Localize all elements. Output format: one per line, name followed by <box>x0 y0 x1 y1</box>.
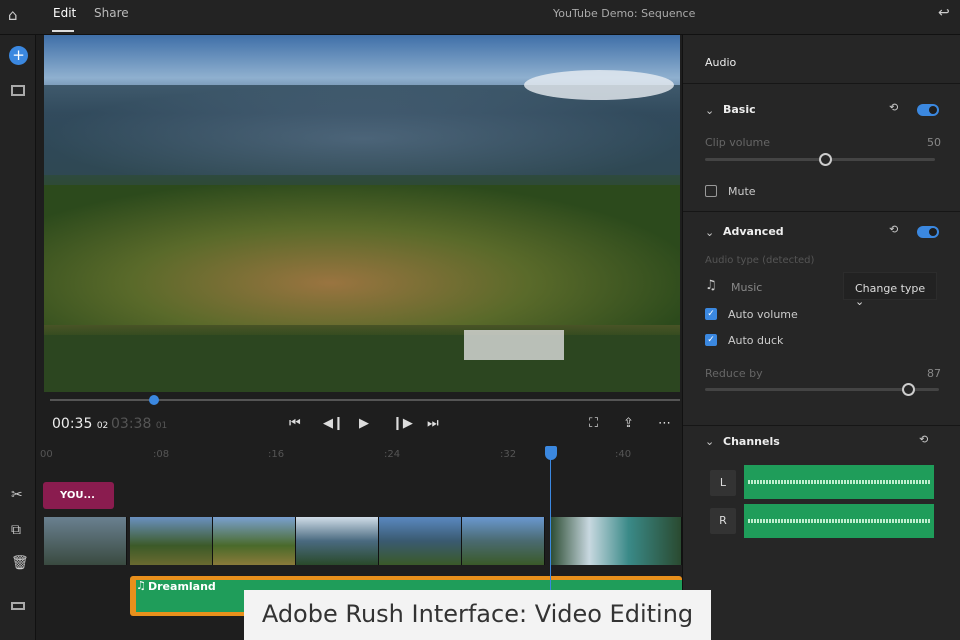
tick-label: :16 <box>268 449 285 460</box>
duplicate-icon[interactable]: ⧉ <box>11 522 21 538</box>
tab-share[interactable]: Share <box>94 6 129 20</box>
video-clip-thumbnail[interactable] <box>550 517 682 565</box>
tick-label: :24 <box>384 449 401 460</box>
current-time: 00:35 02 <box>52 416 109 432</box>
clip-volume-knob[interactable] <box>819 153 832 166</box>
reduce-by-knob[interactable] <box>902 383 915 396</box>
change-type-dropdown[interactable]: Change type ⌄ <box>843 272 937 308</box>
advanced-section: ⌄ Advanced ⟲ Audio type (detected) ♫ Mus… <box>683 211 960 425</box>
left-rail: + ✂ ⧉ 🗑 <box>0 35 36 640</box>
reset-icon[interactable]: ⟲ <box>889 223 898 236</box>
caption: Adobe Rush Interface: Video Editing <box>244 590 711 640</box>
audio-clip-name: Dreamland <box>148 580 216 593</box>
video-clip-thumbnail[interactable] <box>213 517 296 565</box>
add-media-button[interactable]: + <box>9 46 28 65</box>
video-preview[interactable] <box>44 35 680 392</box>
title-clip[interactable]: YOU... <box>43 482 114 509</box>
chevron-down-icon[interactable]: ⌄ <box>705 435 714 448</box>
video-clip-thumbnail[interactable] <box>130 517 213 565</box>
audio-panel: Audio ⌄ Basic ⟲ Clip volume 50 Mute ⌄ Ad… <box>682 35 960 640</box>
playhead-handle[interactable] <box>545 446 557 460</box>
trash-icon[interactable]: 🗑 <box>11 555 29 571</box>
channels-label: Channels <box>723 435 780 448</box>
go-to-end-icon[interactable]: ⏭ <box>427 416 439 431</box>
basic-section: ⌄ Basic ⟲ Clip volume 50 Mute <box>683 83 960 211</box>
mute-label: Mute <box>728 185 756 198</box>
reset-icon[interactable]: ⟲ <box>889 101 898 114</box>
clip-volume-value: 50 <box>927 136 941 149</box>
fit-frame-icon[interactable]: ⛶ <box>589 416 598 431</box>
video-clip-thumbnail[interactable] <box>379 517 462 565</box>
tab-edit[interactable]: Edit <box>53 6 76 20</box>
project-title: YouTube Demo: Sequence <box>553 7 696 20</box>
auto-duck-checkbox[interactable]: ✓ <box>705 334 717 346</box>
video-clip-thumbnail[interactable] <box>296 517 379 565</box>
scrubber-handle[interactable] <box>149 395 159 405</box>
scrubber-track[interactable] <box>50 399 680 401</box>
advanced-toggle[interactable] <box>917 226 939 238</box>
active-tab-indicator <box>52 30 74 32</box>
reset-icon[interactable]: ⟲ <box>919 433 928 446</box>
total-time: 03:38 01 <box>111 416 168 432</box>
go-to-start-icon[interactable]: ⏮ <box>289 416 301 431</box>
top-bar: ⌂ Edit Share YouTube Demo: Sequence ↩ <box>0 0 960 35</box>
basic-toggle[interactable] <box>917 104 939 116</box>
channel-left-label: L <box>710 470 736 496</box>
channel-left-waveform <box>744 465 934 499</box>
tick-label: :08 <box>153 449 170 460</box>
chevron-down-icon[interactable]: ⌄ <box>705 104 714 117</box>
tick-label: 00 <box>40 449 53 460</box>
channel-right-label: R <box>710 508 736 534</box>
music-note-icon: ♫ <box>705 278 717 293</box>
basic-label: Basic <box>723 103 756 116</box>
step-forward-icon[interactable]: ❙▶ <box>392 416 413 431</box>
auto-volume-checkbox[interactable]: ✓ <box>705 308 717 320</box>
video-clip-thumbnail[interactable] <box>44 517 127 565</box>
panel-header: Audio <box>705 56 737 69</box>
video-clip-thumbnail[interactable] <box>462 517 545 565</box>
scissors-icon[interactable]: ✂ <box>11 487 23 503</box>
undo-icon[interactable]: ↩ <box>938 5 950 21</box>
more-icon[interactable]: ⋯ <box>658 416 671 431</box>
tick-label: :40 <box>615 449 632 460</box>
track-icon[interactable] <box>11 602 25 610</box>
auto-duck-label: Auto duck <box>728 334 784 347</box>
music-note-icon: ♫ <box>136 579 146 592</box>
reduce-by-label: Reduce by <box>705 367 763 380</box>
tick-label: :32 <box>500 449 517 460</box>
clip-volume-label: Clip volume <box>705 136 771 149</box>
home-icon[interactable]: ⌂ <box>8 6 18 24</box>
advanced-label: Advanced <box>723 225 784 238</box>
audio-type-label: Audio type (detected) <box>705 255 815 266</box>
channel-right-waveform <box>744 504 934 538</box>
mute-checkbox[interactable] <box>705 185 717 197</box>
audio-type-value: Music <box>731 281 763 294</box>
reduce-by-value: 87 <box>927 367 941 380</box>
play-icon[interactable]: ▶ <box>359 416 369 431</box>
chevron-down-icon[interactable]: ⌄ <box>705 226 714 239</box>
auto-volume-label: Auto volume <box>728 308 798 321</box>
media-bin-icon[interactable] <box>11 85 25 96</box>
share-icon[interactable]: ⇪ <box>623 416 634 431</box>
step-back-icon[interactable]: ◀❙ <box>323 416 344 431</box>
